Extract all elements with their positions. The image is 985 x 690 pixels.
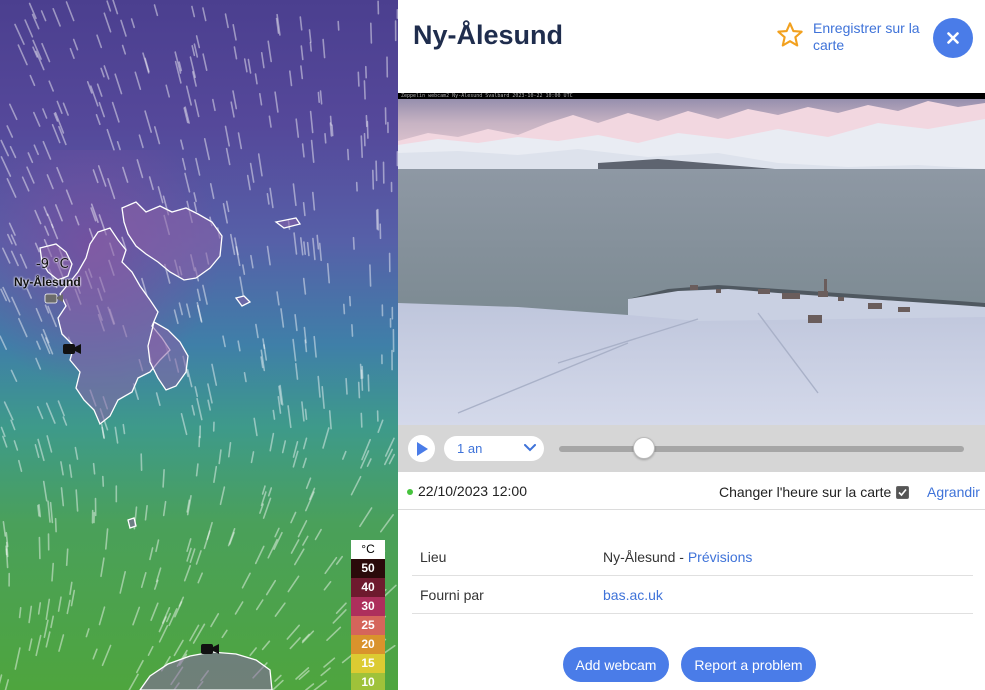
webcam-marker-icon[interactable] <box>62 343 82 355</box>
page-title: Ny-Ålesund <box>413 20 564 50</box>
change-map-time-checkbox[interactable] <box>896 485 910 499</box>
legend-item: 10 <box>351 673 385 690</box>
info-row-location: Lieu Ny-Ålesund - Prévisions <box>412 538 973 576</box>
save-to-map-button[interactable]: Enregistrer sur la carte <box>776 20 931 54</box>
check-icon <box>898 488 907 496</box>
legend-item: 25 <box>351 616 385 635</box>
temperature-legend: °C 50 40 30 25 20 15 10 <box>351 540 385 690</box>
legend-item: 15 <box>351 654 385 673</box>
location-value-group: Ny-Ålesund - Prévisions <box>603 549 752 565</box>
map-temperature-label: -9 °C <box>36 257 69 272</box>
snapshot-datetime: 22/10/2023 12:00 <box>418 483 527 499</box>
expand-link[interactable]: Agrandir <box>927 484 980 500</box>
kong-karls-land <box>234 295 252 307</box>
timeline-slider-track[interactable] <box>559 446 964 452</box>
app-root: -9 °C Ny-Ålesund °C 50 40 30 25 20 15 10… <box>0 0 985 690</box>
timelapse-controls: 1 an <box>398 425 985 472</box>
webcam-info-table: Lieu Ny-Ålesund - Prévisions Fourni par … <box>412 538 973 614</box>
legend-unit: °C <box>351 540 385 559</box>
timeline-slider-handle[interactable] <box>633 437 656 459</box>
legend-item: 40 <box>351 578 385 597</box>
webcam-snapshot <box>398 93 985 425</box>
webcam-image[interactable]: Zeppelin webcam2 Ny-Ålesund Svalbard 202… <box>398 93 985 425</box>
report-problem-button[interactable]: Report a problem <box>681 647 816 682</box>
webcam-marker-icon[interactable] <box>44 292 64 304</box>
close-icon <box>947 32 959 44</box>
time-range-value: 1 an <box>457 441 483 456</box>
kvitoya-island <box>274 217 302 229</box>
webcam-caption: Zeppelin webcam2 Ny-Ålesund Svalbard 202… <box>398 93 985 99</box>
status-row: 22/10/2023 12:00 Changer l'heure sur la … <box>398 472 985 510</box>
legend-item: 20 <box>351 635 385 654</box>
time-range-select[interactable]: 1 an <box>444 436 544 461</box>
change-map-time-toggle[interactable]: Changer l'heure sur la carte <box>719 484 910 500</box>
live-status-dot <box>407 489 413 495</box>
legend-item: 50 <box>351 559 385 578</box>
legend-item: 30 <box>351 597 385 616</box>
chevron-down-icon <box>524 444 536 452</box>
play-button[interactable] <box>408 435 435 462</box>
add-webcam-button[interactable]: Add webcam <box>563 647 669 682</box>
map-place-label[interactable]: Ny-Ålesund <box>14 275 81 289</box>
svalbard-coastline <box>39 201 302 690</box>
provider-link[interactable]: bas.ac.uk <box>603 587 663 603</box>
webcam-panel: Ny-Ålesund Enregistrer sur la carte Zepp… <box>398 0 985 690</box>
star-icon <box>777 22 803 47</box>
norway-coast <box>139 651 273 690</box>
nordaustlandet-island <box>121 201 223 281</box>
webcam-marker-icon[interactable] <box>200 643 220 655</box>
play-icon <box>416 441 428 456</box>
info-row-provider: Fourni par bas.ac.uk <box>412 576 973 614</box>
location-separator: - <box>675 549 688 565</box>
provider-label: Fourni par <box>420 587 484 603</box>
forecast-link[interactable]: Prévisions <box>688 549 753 565</box>
save-to-map-label: Enregistrer sur la carte <box>813 20 920 53</box>
close-button[interactable] <box>933 18 973 58</box>
weather-map[interactable]: -9 °C Ny-Ålesund °C 50 40 30 25 20 15 10 <box>0 0 398 690</box>
location-value: Ny-Ålesund <box>603 549 676 565</box>
location-label: Lieu <box>420 549 447 565</box>
change-map-time-label: Changer l'heure sur la carte <box>719 484 892 500</box>
edgeoya-island <box>147 321 189 391</box>
